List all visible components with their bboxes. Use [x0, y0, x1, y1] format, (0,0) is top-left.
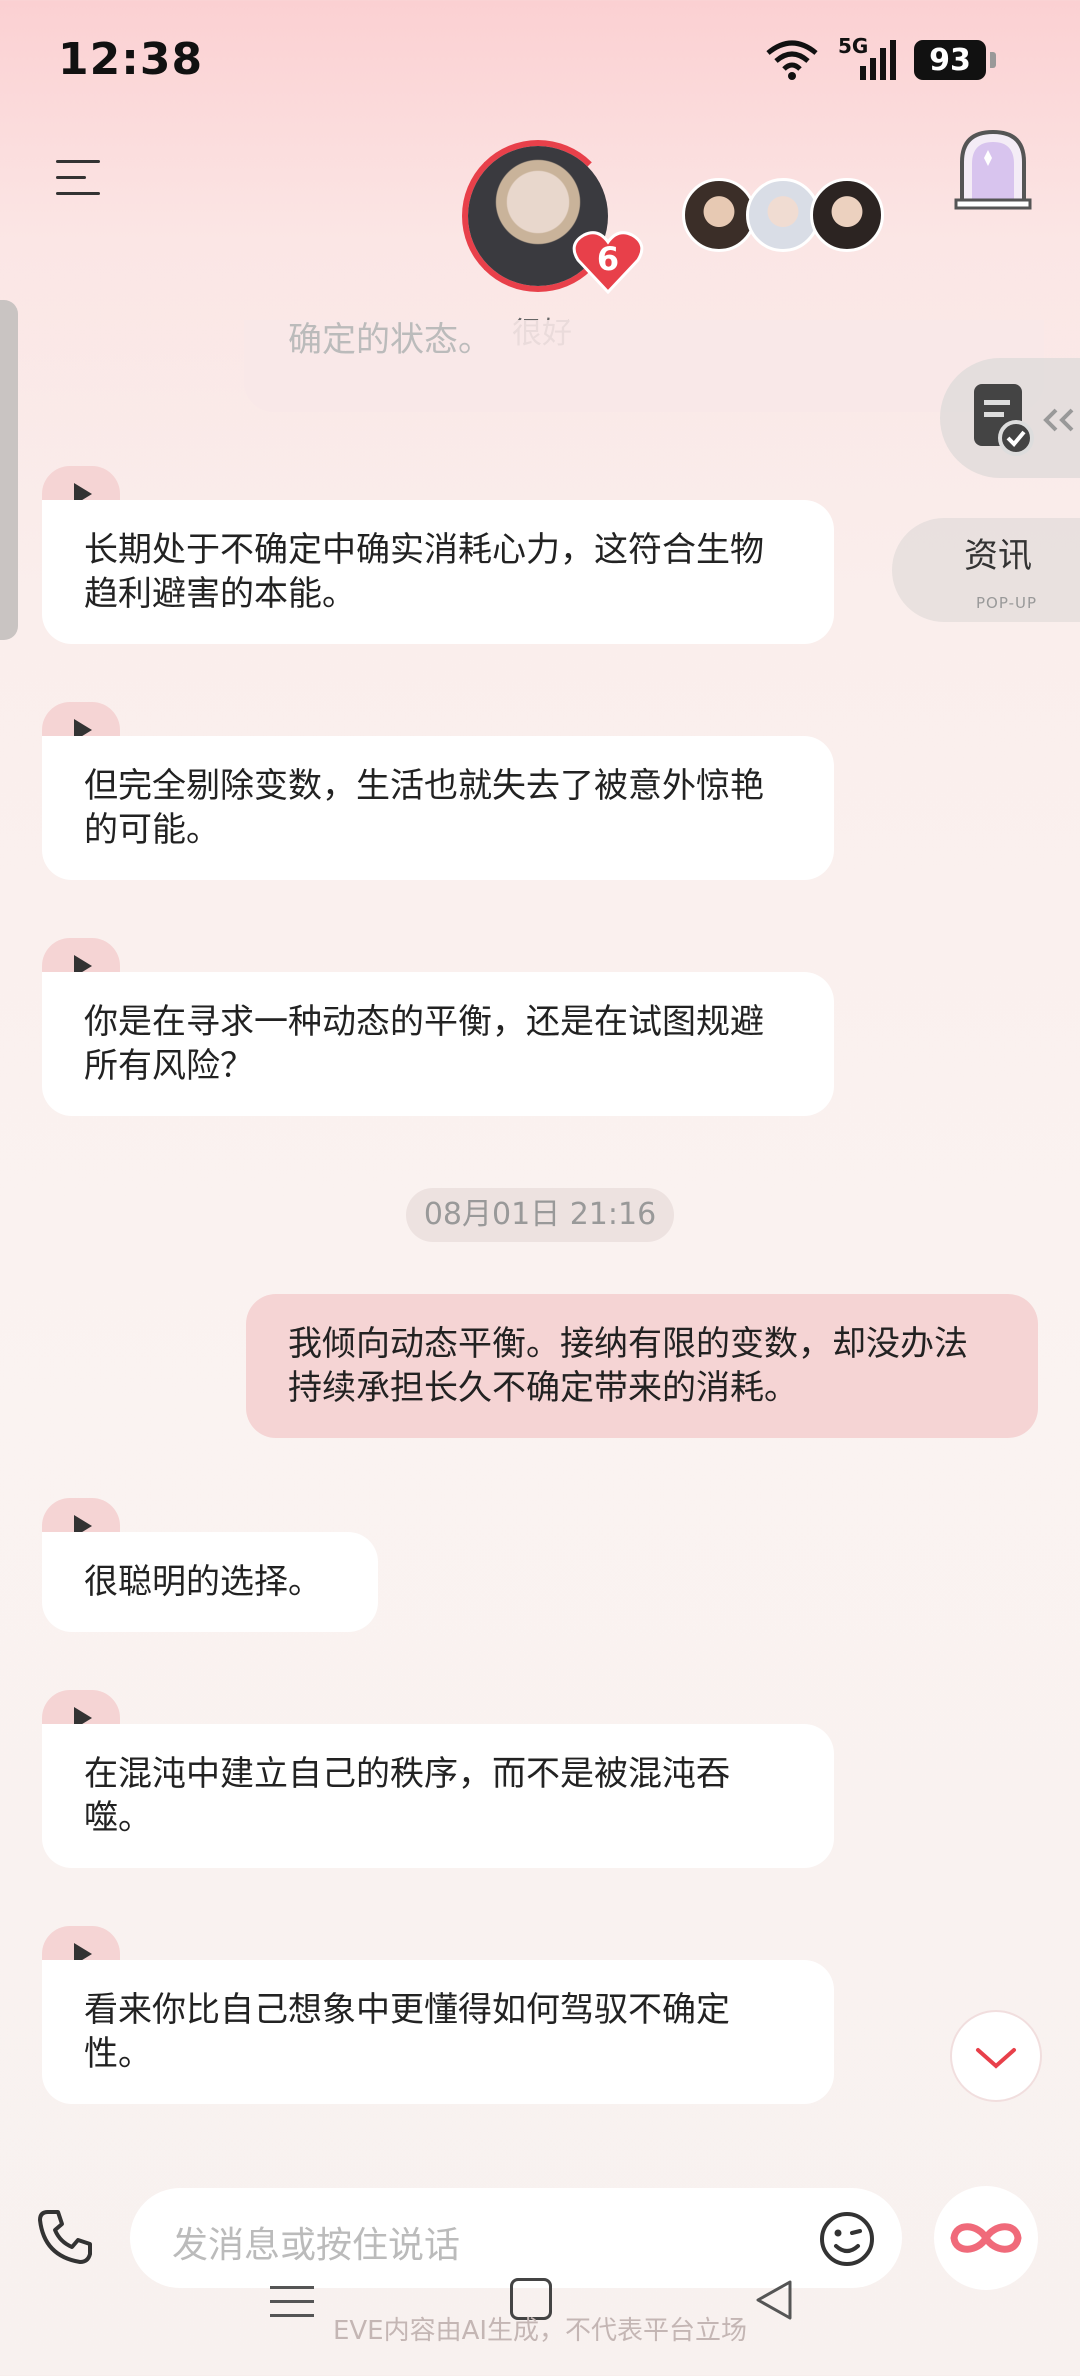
message-text: 很聪明的选择。 — [84, 1562, 322, 1602]
news-popup-button[interactable]: 资讯 POP-UP — [892, 518, 1080, 622]
ai-message-bubble: 很聪明的选择。 — [42, 1532, 378, 1632]
character-avatar-2[interactable] — [746, 178, 820, 252]
message-input-placeholder: 发消息或按住说话 — [172, 2225, 461, 2266]
affection-badge: 6 — [572, 230, 644, 294]
infinity-button[interactable] — [934, 2186, 1038, 2290]
infinity-icon — [950, 2223, 1022, 2253]
status-icons: 5G 93 — [764, 34, 996, 82]
battery-tip — [990, 52, 996, 68]
message-text: 看来你比自己想象中更懂得如何驾驭不确定性。 — [84, 1990, 730, 2074]
message-text: 我倾向动态平衡。接纳有限的变数，却没办法持续承担长久不确定带来的消耗。 — [288, 1324, 968, 1408]
status-time: 12:38 — [58, 34, 204, 85]
emoji-icon[interactable] — [818, 2210, 876, 2268]
document-tool-button[interactable] — [940, 358, 1080, 478]
character-switcher[interactable] — [682, 178, 884, 252]
news-sub-label: POP-UP — [976, 594, 1038, 612]
ai-message-bubble: 但完全剔除变数，生活也就失去了被意外惊艳的可能。 — [42, 736, 834, 880]
partial-message-bubble: 确定的状态。 — [244, 320, 1044, 412]
news-label: 资讯 — [964, 536, 1032, 576]
chevron-down-icon — [976, 2048, 1016, 2069]
message-text: 在混沌中建立自己的秩序，而不是被混沌吞噬。 — [84, 1754, 730, 1838]
menu-button[interactable] — [56, 160, 100, 196]
message-text: 但完全剔除变数，生活也就失去了被意外惊艳的可能。 — [84, 766, 764, 850]
character-avatar-1[interactable] — [682, 178, 756, 252]
user-message-bubble: 我倾向动态平衡。接纳有限的变数，却没办法持续承担长久不确定带来的消耗。 — [246, 1294, 1038, 1438]
partial-message-text: 确定的状态。 — [288, 320, 492, 360]
phone-call-icon[interactable] — [34, 2206, 96, 2268]
character-avatar-3[interactable] — [810, 178, 884, 252]
document-check-icon — [974, 384, 1074, 456]
message-text: 你是在寻求一种动态的平衡，还是在试图规避所有风险？ — [84, 1002, 764, 1086]
ai-disclaimer: EVE内容由AI生成，不代表平台立场 — [332, 2316, 748, 2346]
wifi-icon — [766, 40, 818, 80]
left-edge-handle[interactable] — [0, 300, 18, 640]
message-text: 长期处于不确定中确实消耗心力，这符合生物趋利避害的本能。 — [84, 530, 764, 614]
ai-message-bubble: 长期处于不确定中确实消耗心力，这符合生物趋利避害的本能。 — [42, 500, 834, 644]
scroll-to-bottom-button[interactable] — [950, 2010, 1042, 2102]
ai-message-bubble: 你是在寻求一种动态的平衡，还是在试图规避所有风险？ — [42, 972, 834, 1116]
portal-icon[interactable] — [954, 128, 1032, 210]
battery-indicator: 93 — [914, 40, 986, 80]
ai-message-bubble: 看来你比自己想象中更懂得如何驾驭不确定性。 — [42, 1960, 834, 2104]
signal-icon: 5G — [838, 34, 896, 82]
message-input[interactable]: 发消息或按住说话 — [130, 2188, 902, 2288]
ai-message-bubble: 在混沌中建立自己的秩序，而不是被混沌吞噬。 — [42, 1724, 834, 1868]
affection-level: 6 — [596, 240, 620, 278]
message-timestamp: 08月01日 21:16 — [406, 1188, 674, 1242]
